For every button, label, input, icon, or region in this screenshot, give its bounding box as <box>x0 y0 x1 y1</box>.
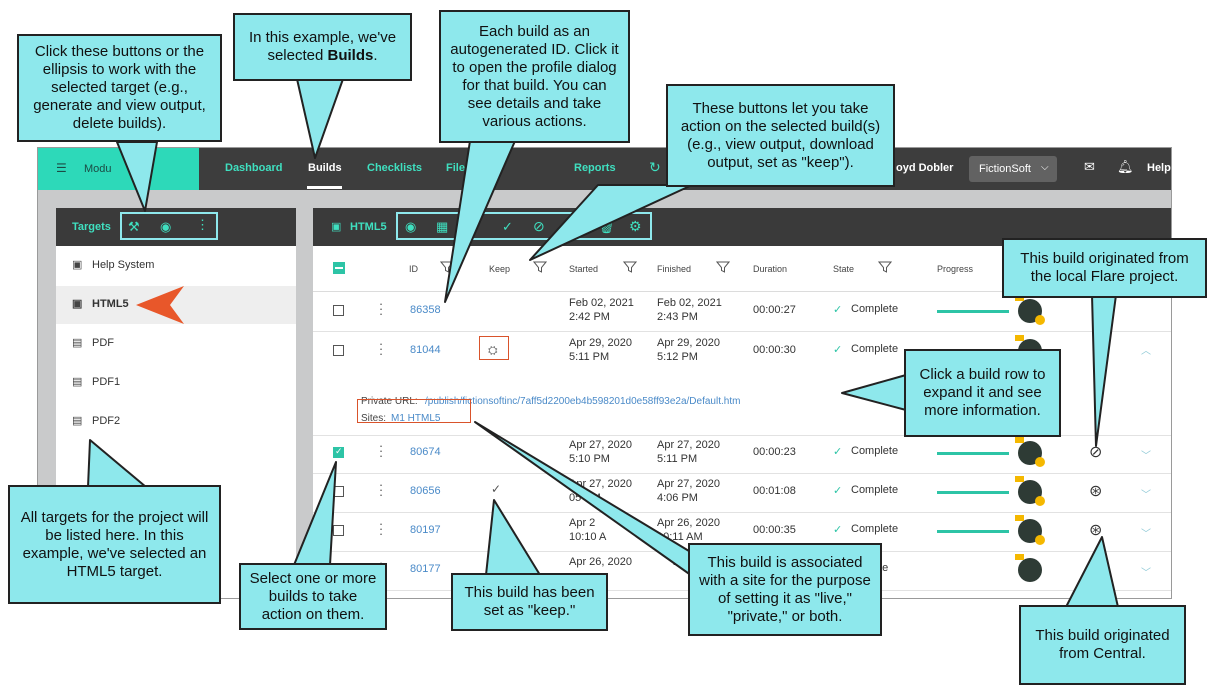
callout-target-buttons: Click these buttons or the ellipsis to w… <box>17 34 222 142</box>
callout-action-buttons: These buttons let you take action on the… <box>666 84 895 187</box>
callout-builds-post: . <box>373 47 378 64</box>
callout-central-build: This build originated from Central. <box>1019 605 1186 685</box>
pointer-id <box>444 140 516 303</box>
pointer-expand <box>841 374 907 411</box>
pointer-actions <box>529 184 693 261</box>
callout-build-id: Each build as an autogenerated ID. Click… <box>439 10 630 143</box>
callout-select-builds: Select one or more builds to take action… <box>239 563 387 630</box>
pointer-keep <box>485 499 541 576</box>
pointer-builds <box>296 78 344 159</box>
callout-targets-list: All targets for the project will be list… <box>8 485 221 604</box>
pointer-buttons <box>116 141 158 212</box>
callout-expand-row: Click a build row to expand it and see m… <box>904 349 1061 437</box>
selection-arrow-icon <box>136 286 184 324</box>
callout-keep: This build has been set as "keep." <box>451 573 608 631</box>
pointer-central <box>1065 536 1119 608</box>
callout-builds-tab: In this example, we've selected Builds. <box>233 13 412 81</box>
callout-builds-bold: Builds <box>327 47 374 64</box>
pointer-targets <box>87 439 147 488</box>
callout-local-build: This build originated from the local Fla… <box>1002 238 1207 298</box>
callout-builds-text: In this example, we've selected Builds. <box>243 29 402 65</box>
callout-site: This build is associated with a site for… <box>688 543 882 636</box>
pointer-select <box>293 461 337 566</box>
pointer-local <box>1091 294 1117 447</box>
